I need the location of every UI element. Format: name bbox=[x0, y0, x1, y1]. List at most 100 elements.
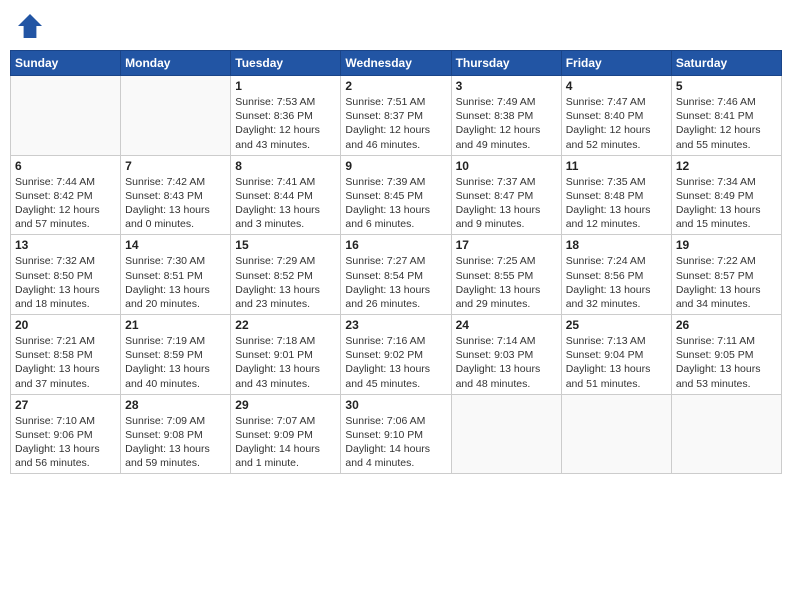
day-of-week-header: Thursday bbox=[451, 51, 561, 76]
day-info: Sunrise: 7:44 AMSunset: 8:42 PMDaylight:… bbox=[15, 175, 116, 232]
day-number: 4 bbox=[566, 79, 667, 93]
calendar-cell bbox=[451, 394, 561, 474]
day-info: Sunrise: 7:09 AMSunset: 9:08 PMDaylight:… bbox=[125, 414, 226, 471]
day-of-week-header: Tuesday bbox=[231, 51, 341, 76]
calendar-cell: 8Sunrise: 7:41 AMSunset: 8:44 PMDaylight… bbox=[231, 155, 341, 235]
calendar-cell: 26 Sunrise: 7:11 AMSunset: 9:05 PMDayligh… bbox=[671, 315, 781, 395]
day-info: Sunrise: 7:47 AMSunset: 8:40 PMDaylight:… bbox=[566, 95, 667, 152]
day-number: 30 bbox=[345, 398, 446, 412]
day-number: 21 bbox=[125, 318, 226, 332]
day-info: Sunrise: 7:34 AMSunset: 8:49 PMDaylight:… bbox=[676, 175, 777, 232]
calendar-cell: 21 Sunrise: 7:19 AMSunset: 8:59 PMDayligh… bbox=[121, 315, 231, 395]
day-of-week-header: Monday bbox=[121, 51, 231, 76]
day-number: 8 bbox=[235, 159, 336, 173]
day-info: Sunrise: 7:24 AMSunset: 8:56 PMDaylight:… bbox=[566, 254, 667, 311]
day-info: Sunrise: 7:11 AMSunset: 9:05 PMDaylight:… bbox=[676, 334, 777, 391]
day-info: Sunrise: 7:10 AMSunset: 9:06 PMDaylight:… bbox=[15, 414, 116, 471]
day-number: 7 bbox=[125, 159, 226, 173]
calendar-header-row: SundayMondayTuesdayWednesdayThursdayFrid… bbox=[11, 51, 782, 76]
day-info: Sunrise: 7:27 AMSunset: 8:54 PMDaylight:… bbox=[345, 254, 446, 311]
day-number: 26 bbox=[676, 318, 777, 332]
page-header bbox=[10, 10, 782, 42]
day-number: 11 bbox=[566, 159, 667, 173]
day-number: 15 bbox=[235, 238, 336, 252]
calendar-cell: 28 Sunrise: 7:09 AMSunset: 9:08 PMDayligh… bbox=[121, 394, 231, 474]
day-number: 3 bbox=[456, 79, 557, 93]
day-number: 19 bbox=[676, 238, 777, 252]
day-number: 25 bbox=[566, 318, 667, 332]
day-info: Sunrise: 7:51 AMSunset: 8:37 PMDaylight:… bbox=[345, 95, 446, 152]
day-number: 12 bbox=[676, 159, 777, 173]
day-info: Sunrise: 7:53 AMSunset: 8:36 PMDaylight:… bbox=[235, 95, 336, 152]
day-number: 18 bbox=[566, 238, 667, 252]
day-number: 6 bbox=[15, 159, 116, 173]
day-number: 10 bbox=[456, 159, 557, 173]
calendar-cell: 14 Sunrise: 7:30 AMSunset: 8:51 PMDayligh… bbox=[121, 235, 231, 315]
calendar-cell: 5 Sunrise: 7:46 AMSunset: 8:41 PMDaylight… bbox=[671, 76, 781, 156]
day-info: Sunrise: 7:46 AMSunset: 8:41 PMDaylight:… bbox=[676, 95, 777, 152]
day-number: 28 bbox=[125, 398, 226, 412]
calendar-cell: 16Sunrise: 7:27 AMSunset: 8:54 PMDayligh… bbox=[341, 235, 451, 315]
day-info: Sunrise: 7:37 AMSunset: 8:47 PMDaylight:… bbox=[456, 175, 557, 232]
day-info: Sunrise: 7:21 AMSunset: 8:58 PMDaylight:… bbox=[15, 334, 116, 391]
calendar-cell: 4 Sunrise: 7:47 AMSunset: 8:40 PMDaylight… bbox=[561, 76, 671, 156]
calendar-week-row: 27 Sunrise: 7:10 AMSunset: 9:06 PMDayligh… bbox=[11, 394, 782, 474]
day-info: Sunrise: 7:30 AMSunset: 8:51 PMDaylight:… bbox=[125, 254, 226, 311]
day-number: 24 bbox=[456, 318, 557, 332]
day-of-week-header: Wednesday bbox=[341, 51, 451, 76]
day-info: Sunrise: 7:06 AMSunset: 9:10 PMDaylight:… bbox=[345, 414, 446, 471]
day-number: 23 bbox=[345, 318, 446, 332]
day-info: Sunrise: 7:35 AMSunset: 8:48 PMDaylight:… bbox=[566, 175, 667, 232]
calendar-cell: 27 Sunrise: 7:10 AMSunset: 9:06 PMDayligh… bbox=[11, 394, 121, 474]
calendar-cell: 22 Sunrise: 7:18 AMSunset: 9:01 PMDayligh… bbox=[231, 315, 341, 395]
day-info: Sunrise: 7:14 AMSunset: 9:03 PMDaylight:… bbox=[456, 334, 557, 391]
calendar-cell: 2 Sunrise: 7:51 AMSunset: 8:37 PMDaylight… bbox=[341, 76, 451, 156]
calendar-week-row: 1 Sunrise: 7:53 AMSunset: 8:36 PMDaylight… bbox=[11, 76, 782, 156]
calendar-cell bbox=[11, 76, 121, 156]
logo-icon bbox=[14, 10, 46, 42]
day-number: 29 bbox=[235, 398, 336, 412]
day-of-week-header: Saturday bbox=[671, 51, 781, 76]
calendar-week-row: 6 Sunrise: 7:44 AMSunset: 8:42 PMDaylight… bbox=[11, 155, 782, 235]
calendar-cell: 9 Sunrise: 7:39 AMSunset: 8:45 PMDaylight… bbox=[341, 155, 451, 235]
day-number: 2 bbox=[345, 79, 446, 93]
calendar-cell: 1 Sunrise: 7:53 AMSunset: 8:36 PMDaylight… bbox=[231, 76, 341, 156]
day-number: 9 bbox=[345, 159, 446, 173]
day-info: Sunrise: 7:25 AMSunset: 8:55 PMDaylight:… bbox=[456, 254, 557, 311]
day-of-week-header: Friday bbox=[561, 51, 671, 76]
calendar-cell: 13 Sunrise: 7:32 AMSunset: 8:50 PMDayligh… bbox=[11, 235, 121, 315]
day-number: 1 bbox=[235, 79, 336, 93]
day-info: Sunrise: 7:39 AMSunset: 8:45 PMDaylight:… bbox=[345, 175, 446, 232]
day-info: Sunrise: 7:18 AMSunset: 9:01 PMDaylight:… bbox=[235, 334, 336, 391]
day-number: 5 bbox=[676, 79, 777, 93]
calendar-cell: 23 Sunrise: 7:16 AMSunset: 9:02 PMDayligh… bbox=[341, 315, 451, 395]
day-number: 14 bbox=[125, 238, 226, 252]
day-number: 13 bbox=[15, 238, 116, 252]
day-info: Sunrise: 7:32 AMSunset: 8:50 PMDaylight:… bbox=[15, 254, 116, 311]
day-number: 22 bbox=[235, 318, 336, 332]
day-info: Sunrise: 7:19 AMSunset: 8:59 PMDaylight:… bbox=[125, 334, 226, 391]
calendar-cell: 30 Sunrise: 7:06 AMSunset: 9:10 PMDayligh… bbox=[341, 394, 451, 474]
day-info: Sunrise: 7:49 AMSunset: 8:38 PMDaylight:… bbox=[456, 95, 557, 152]
day-number: 27 bbox=[15, 398, 116, 412]
calendar-cell bbox=[561, 394, 671, 474]
calendar-week-row: 13 Sunrise: 7:32 AMSunset: 8:50 PMDayligh… bbox=[11, 235, 782, 315]
calendar-cell: 18 Sunrise: 7:24 AMSunset: 8:56 PMDayligh… bbox=[561, 235, 671, 315]
day-info: Sunrise: 7:16 AMSunset: 9:02 PMDaylight:… bbox=[345, 334, 446, 391]
calendar-table: SundayMondayTuesdayWednesdayThursdayFrid… bbox=[10, 50, 782, 474]
calendar-cell: 11 Sunrise: 7:35 AMSunset: 8:48 PMDayligh… bbox=[561, 155, 671, 235]
calendar-cell: 20 Sunrise: 7:21 AMSunset: 8:58 PMDayligh… bbox=[11, 315, 121, 395]
day-info: Sunrise: 7:13 AMSunset: 9:04 PMDaylight:… bbox=[566, 334, 667, 391]
calendar-cell: 12 Sunrise: 7:34 AMSunset: 8:49 PMDayligh… bbox=[671, 155, 781, 235]
calendar-cell: 29Sunrise: 7:07 AMSunset: 9:09 PMDayligh… bbox=[231, 394, 341, 474]
calendar-cell: 10 Sunrise: 7:37 AMSunset: 8:47 PMDayligh… bbox=[451, 155, 561, 235]
calendar-cell bbox=[671, 394, 781, 474]
calendar-cell: 6 Sunrise: 7:44 AMSunset: 8:42 PMDaylight… bbox=[11, 155, 121, 235]
calendar-cell: 3 Sunrise: 7:49 AMSunset: 8:38 PMDaylight… bbox=[451, 76, 561, 156]
day-number: 20 bbox=[15, 318, 116, 332]
calendar-cell: 24 Sunrise: 7:14 AMSunset: 9:03 PMDayligh… bbox=[451, 315, 561, 395]
calendar-cell: 19Sunrise: 7:22 AMSunset: 8:57 PMDayligh… bbox=[671, 235, 781, 315]
logo bbox=[14, 10, 50, 42]
day-of-week-header: Sunday bbox=[11, 51, 121, 76]
calendar-week-row: 20 Sunrise: 7:21 AMSunset: 8:58 PMDayligh… bbox=[11, 315, 782, 395]
